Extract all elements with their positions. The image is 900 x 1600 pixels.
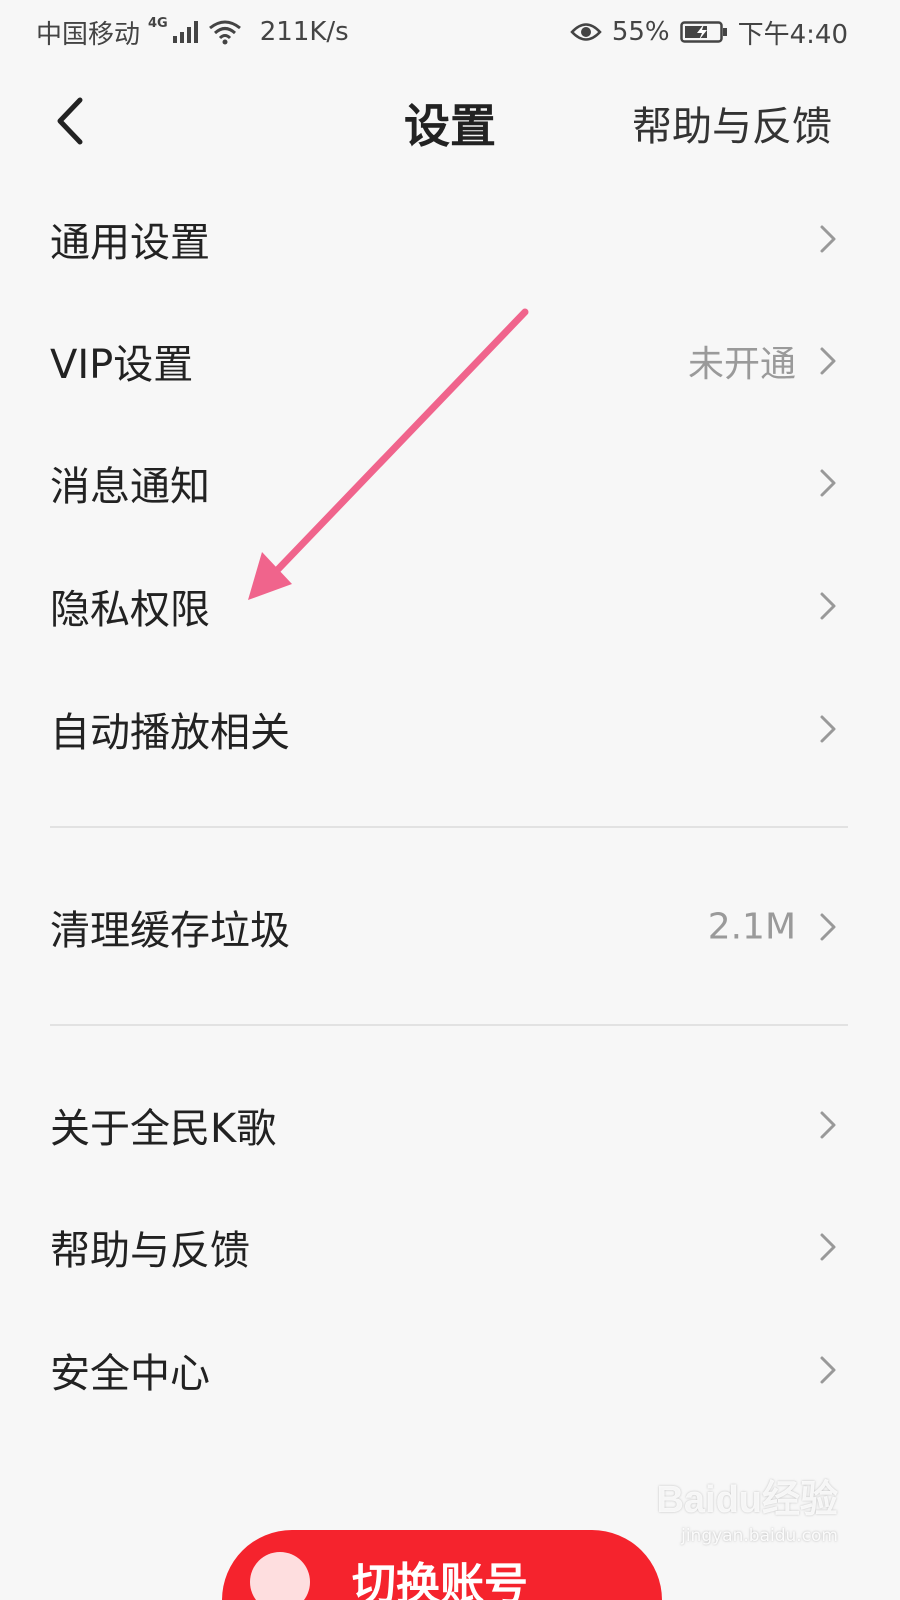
battery-percent: 55% [611,17,670,47]
baidu-watermark: Baidu经验 jingyan.baidu.com [656,1460,838,1560]
settings-row-vip[interactable]: VIP设置 未开通 [0,300,900,422]
chevron-right-icon [816,465,840,501]
row-label: 消息通知 [50,464,210,510]
settings-row-general[interactable]: 通用设置 [0,178,900,300]
chevron-right-icon [816,1352,840,1388]
chevron-right-icon [816,1107,840,1143]
battery-charging-icon [679,20,728,44]
row-label: VIP设置 [50,342,194,388]
signal-icon [172,20,200,44]
switch-account-button[interactable]: 切换账号 [222,1530,662,1600]
chevron-right-icon [816,221,840,257]
settings-row-privacy[interactable]: 隐私权限 [0,545,900,667]
row-label: 关于全民K歌 [50,1106,277,1152]
row-label: 清理缓存垃圾 [50,908,290,954]
settings-row-autoplay[interactable]: 自动播放相关 [0,668,900,790]
watermark-url: jingyan.baidu.com [681,1526,838,1546]
watermark-brand: Baidu经验 [656,1479,838,1521]
switch-account-label: 切换账号 [352,1559,528,1600]
settings-row-security[interactable]: 安全中心 [0,1309,900,1431]
chevron-right-icon [816,711,840,747]
network-speed: 211K/s [259,17,349,47]
row-label: 通用设置 [50,220,210,266]
status-left: 中国移动 4G 211K/s [36,14,349,50]
chevron-right-icon [816,909,840,945]
section-divider [50,826,848,828]
chevron-right-icon [816,588,840,624]
status-right: 55% 下午4:40 [570,14,848,50]
eye-icon [570,21,602,43]
status-bar: 中国移动 4G 211K/s 55% 下午4:40 [0,0,900,64]
switch-account-icon [250,1552,310,1600]
section-divider [50,1024,848,1026]
row-label: 自动播放相关 [50,710,290,756]
app-header: 设置 帮助与反馈 [0,64,900,180]
settings-row-clear-cache[interactable]: 清理缓存垃圾 2.1M [0,866,900,988]
wifi-icon [208,19,242,45]
settings-row-notifications[interactable]: 消息通知 [0,422,900,544]
help-feedback-link[interactable]: 帮助与反馈 [632,94,832,152]
row-label: 安全中心 [50,1351,210,1397]
carrier-name: 中国移动 [36,19,141,50]
vip-status-value: 未开通 [687,344,796,385]
network-type: 4G [148,15,168,31]
row-label: 隐私权限 [50,587,210,633]
settings-row-help[interactable]: 帮助与反馈 [0,1186,900,1308]
clock-time: 下午4:40 [737,19,848,50]
settings-row-about[interactable]: 关于全民K歌 [0,1064,900,1186]
row-label: 帮助与反馈 [50,1228,250,1274]
chevron-right-icon [816,343,840,379]
cache-size-value: 2.1M [707,906,796,948]
chevron-right-icon [816,1229,840,1265]
